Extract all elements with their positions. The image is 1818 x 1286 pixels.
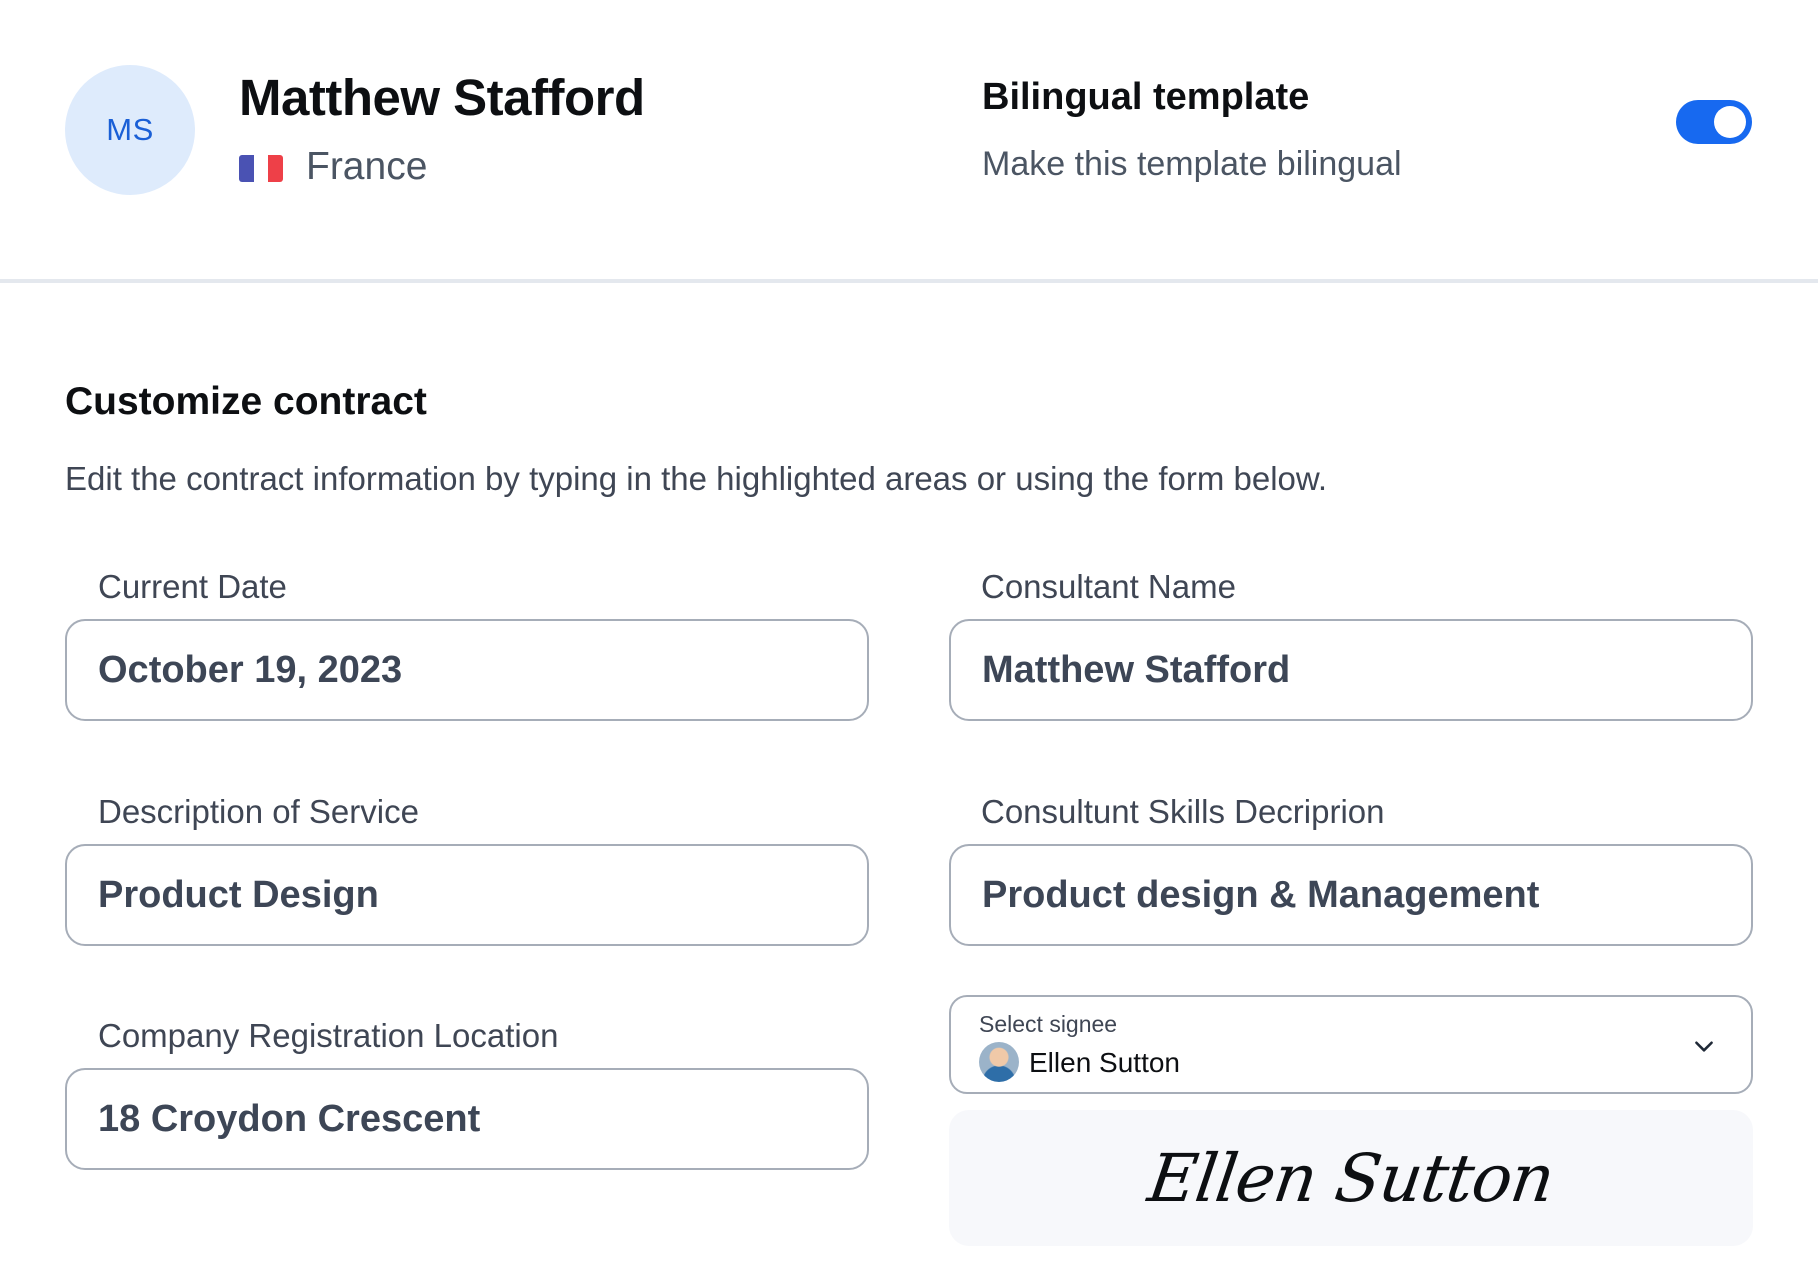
france-flag-icon [239,155,283,182]
bilingual-template-title: Bilingual template [982,76,1310,118]
bilingual-template-description: Make this template bilingual [982,145,1402,183]
current-date-input[interactable] [98,648,867,692]
toggle-knob [1714,106,1746,138]
signee-select[interactable]: Select signee Ellen Sutton [949,995,1753,1094]
service-description-label: Description of Service [98,793,419,830]
signee-avatar [979,1042,1019,1082]
avatar: MS [65,65,195,195]
bilingual-toggle[interactable] [1676,100,1752,144]
signee-select-label: Select signee [979,1011,1118,1037]
contract-page: MS Matthew Stafford France Bilingual tem… [0,0,1818,1286]
signature-preview: Ellen Sutton [949,1110,1753,1246]
section-title: Customize contract [65,380,427,423]
registration-location-input[interactable] [98,1097,867,1141]
service-description-field[interactable] [65,844,869,946]
registration-location-label: Company Registration Location [98,1017,559,1054]
current-date-label: Current Date [98,568,287,605]
skills-description-input[interactable] [982,873,1751,917]
signature-text: Ellen Sutton [1143,1139,1559,1217]
registration-location-field[interactable] [65,1068,869,1170]
profile-header: MS Matthew Stafford France Bilingual tem… [0,0,1818,283]
signee-select-value: Ellen Sutton [1029,1047,1180,1078]
chevron-down-icon[interactable] [1691,1033,1717,1059]
skills-description-field[interactable] [949,844,1753,946]
skills-description-label: Consultunt Skills Decriprion [981,793,1385,830]
section-description: Edit the contract information by typing … [65,460,1328,497]
consultant-name-input[interactable] [982,648,1751,692]
country-label: France [306,145,428,188]
service-description-input[interactable] [98,873,867,917]
consultant-name-label: Consultant Name [981,568,1236,605]
consultant-name-field[interactable] [949,619,1753,721]
current-date-field[interactable] [65,619,869,721]
person-name: Matthew Stafford [239,69,645,126]
